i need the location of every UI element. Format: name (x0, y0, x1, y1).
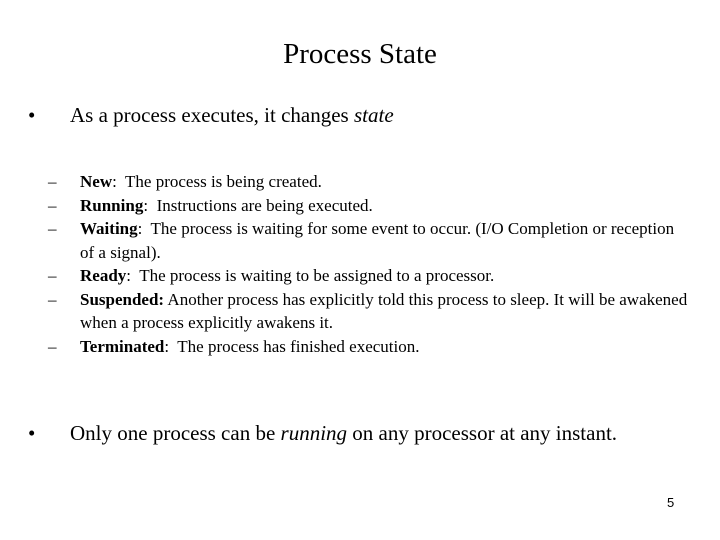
state-name: Terminated (80, 336, 165, 356)
state-item-waiting: – Waiting: The process is waiting for so… (48, 217, 688, 264)
state-desc: Another process has explicitly told this… (80, 289, 692, 333)
dash-icon: – (48, 266, 57, 285)
state-item-new: – New: The process is being created. (48, 170, 688, 194)
state-desc: The process is waiting to be assigned to… (131, 266, 495, 285)
state-text: Suspended: Another process has explicitl… (80, 288, 688, 335)
dash-icon: – (48, 172, 57, 191)
state-item-suspended: – Suspended: Another process has explici… (48, 288, 688, 335)
state-text: Ready: The process is waiting to be assi… (80, 264, 494, 288)
state-item-ready: – Ready: The process is waiting to be as… (48, 264, 688, 288)
state-desc: Instructions are being executed. (148, 195, 373, 215)
state-desc: The process has finished execution. (169, 336, 420, 356)
state-name: New (80, 172, 113, 191)
bullet-icon: • (28, 421, 36, 445)
page-number: 5 (667, 495, 675, 510)
dash-icon: – (48, 195, 57, 215)
state-name: Suspended: (80, 289, 165, 309)
bullet-text-emphasis: state (353, 103, 394, 127)
dash-icon: – (48, 336, 57, 356)
state-item-terminated: – Terminated: The process has finished e… (48, 335, 688, 359)
bullet-text-emphasis: running (280, 421, 348, 445)
state-list: – New: The process is being created. – R… (48, 170, 688, 358)
state-name: Waiting (80, 219, 138, 238)
state-item-running: – Running: Instructions are being execut… (48, 194, 688, 218)
state-desc: The process is waiting for some event to… (80, 219, 679, 262)
state-name: Running (80, 195, 144, 215)
bullet-text-plain: As a process executes, it changes (70, 103, 354, 127)
state-desc: The process is being created. (116, 172, 322, 191)
state-text: Waiting: The process is waiting for some… (80, 217, 688, 264)
state-text: Terminated: The process has finished exe… (80, 335, 419, 359)
slide-title: Process State (283, 38, 437, 70)
bullet-text: As a process executes, it changes state (70, 103, 394, 128)
bullet-text-plain: Only one process can be (70, 421, 281, 445)
dash-icon: – (48, 219, 57, 238)
bullet-text-plain: on any processor at any instant. (347, 421, 618, 445)
dash-icon: – (48, 289, 57, 309)
state-name: Ready (80, 266, 127, 285)
bullet-state-changes: • As a process executes, it changes stat… (28, 103, 394, 128)
state-text: New: The process is being created. (80, 170, 322, 194)
state-text: Running: Instructions are being executed… (80, 194, 373, 218)
bullet-text: Only one process can be running on any p… (70, 420, 617, 447)
bullet-only-one-running: • Only one process can be running on any… (28, 420, 668, 447)
bullet-icon: • (28, 103, 36, 127)
